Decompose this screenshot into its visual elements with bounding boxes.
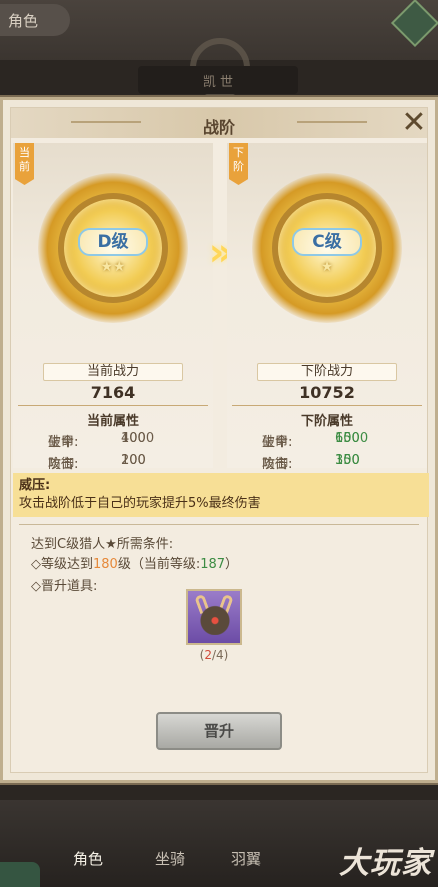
power-value: 10752 (299, 383, 355, 402)
nav-tab-role[interactable]: 角色 (56, 822, 120, 886)
back-arrow-icon[interactable] (0, 862, 40, 887)
helmet-icon (198, 599, 232, 635)
background-tab-title: 角色 (0, 4, 70, 36)
rank-badge: D级 (78, 228, 148, 256)
attr-row: 破甲: 100 (13, 431, 203, 451)
title-ornament-right (297, 121, 367, 123)
divider (19, 524, 419, 525)
requirements-header: 达到C级猎人★所需条件: (31, 537, 174, 552)
nav-tab-wings[interactable]: 羽翼 (214, 822, 278, 886)
buff-description-box: 威压: 攻击战阶低于自己的玩家提升5%最终伤害 (13, 473, 429, 517)
attr-name: 防御: (48, 457, 79, 472)
rank-stars: ★★ (100, 259, 126, 275)
rank-modal: 战阶 ✕ 当前 D级 ★★ 当前战力 7164 当前属性 生命: 4000 攻击… (0, 97, 438, 783)
power-label: 下阶战力 (257, 363, 397, 381)
level-mid: 级（当前等级: (117, 557, 201, 572)
nav-tab-label: 角色 (72, 850, 103, 868)
nav-tab-label: 坐骑 (154, 850, 185, 868)
nav-tab-mount[interactable]: 坐骑 (138, 822, 202, 886)
buff-title: 威压: (19, 478, 51, 493)
attr-row: 防御: 150 (227, 453, 417, 473)
level-suffix: ） (225, 557, 239, 572)
attr-row: 防御: 100 (13, 453, 203, 473)
next-rank-panel: 下阶 C级 ★ 下阶战力 10752 下阶属性 生命: 6000 攻击: 300 (227, 143, 427, 472)
level-requirement: ◇等级达到180级（当前等级:187） (31, 553, 238, 572)
rank-stars: ★ (320, 259, 334, 275)
attr-value: 100 (121, 453, 146, 468)
current-tag: 当前 (15, 143, 34, 185)
next-tag: 下阶 (229, 143, 248, 185)
item-count-needed: /4 (211, 648, 224, 662)
rank-emblem: C级 ★ (252, 173, 402, 323)
attr-name: 破甲: (262, 435, 293, 450)
background-name-bar: 凯 世 (138, 66, 298, 94)
attr-name: 破甲: (48, 435, 79, 450)
title-ornament-left (71, 121, 141, 123)
current-rank-panel: 当前 D级 ★★ 当前战力 7164 当前属性 生命: 4000 攻击: 200 (13, 143, 213, 472)
attr-value: 100 (121, 431, 146, 446)
level-current: 187 (200, 557, 226, 572)
attr-value: 150 (335, 431, 360, 446)
close-icon[interactable]: ✕ (399, 108, 429, 139)
attr-title: 下阶属性 (300, 414, 353, 429)
item-count: (2/4) (199, 648, 229, 662)
buff-desc: 攻击战阶低于自己的玩家提升5%最终伤害 (19, 496, 261, 511)
divider (232, 405, 422, 406)
item-count-owned: 2 (204, 648, 212, 662)
rank-emblem: D级 ★★ (38, 173, 188, 323)
power-value: 7164 (90, 383, 136, 402)
modal-title-bar: 战阶 (11, 108, 427, 138)
upgrade-button[interactable]: 晋升 (156, 712, 282, 750)
item-requirement-label: ◇晋升道具: (31, 579, 98, 594)
upgrade-item-slot[interactable] (186, 589, 242, 645)
power-label: 当前战力 (43, 363, 183, 381)
attr-row: 破甲: 150 (227, 431, 417, 451)
rank-badge: C级 (292, 228, 362, 256)
nav-tab-label: 羽翼 (230, 850, 261, 868)
level-required: 180 (93, 557, 118, 572)
level-prefix: ◇等级达到 (31, 557, 93, 572)
attr-title: 当前属性 (86, 414, 139, 429)
divider (18, 405, 208, 406)
attr-name: 防御: (262, 457, 293, 472)
attr-value: 150 (335, 453, 360, 468)
modal-title: 战阶 (202, 118, 235, 137)
watermark-logo: 大玩家 (339, 846, 432, 881)
